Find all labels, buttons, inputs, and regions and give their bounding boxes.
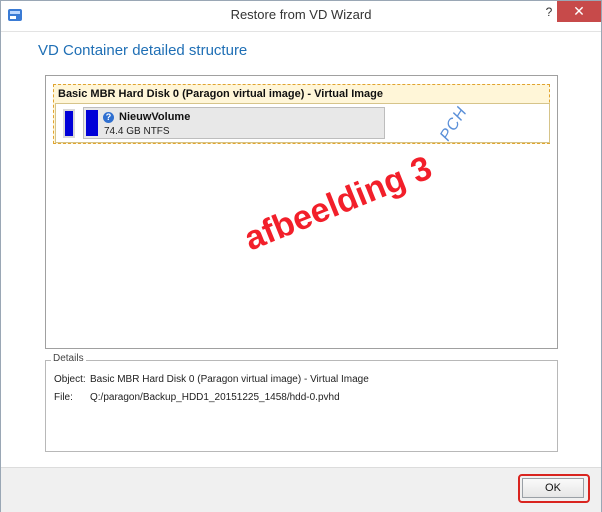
object-label: Object: — [54, 374, 86, 385]
details-group: Details Object: Basic MBR Hard Disk 0 (P… — [45, 353, 558, 452]
help-button[interactable]: ? — [542, 5, 556, 23]
page-heading: VD Container detailed structure — [38, 42, 248, 59]
volume-size: 74.4 GB NTFS — [104, 126, 170, 137]
disk-mini-bar — [63, 109, 75, 138]
title-bar[interactable]: Restore from VD Wizard ? ✕ — [1, 1, 601, 32]
object-value: Basic MBR Hard Disk 0 (Paragon virtual i… — [90, 374, 369, 385]
volume-block[interactable]: ? NieuwVolume 74.4 GB NTFS — [83, 107, 385, 139]
disk-layout-bar: ? NieuwVolume 74.4 GB NTFS — [55, 103, 550, 143]
question-icon: ? — [103, 112, 114, 123]
wizard-window: Restore from VD Wizard ? ✕ VD Container … — [0, 0, 602, 512]
ok-button[interactable]: OK — [522, 478, 584, 498]
file-label: File: — [54, 392, 73, 403]
disk-title: Basic MBR Hard Disk 0 (Paragon virtual i… — [58, 88, 384, 100]
window-title: Restore from VD Wizard — [230, 7, 372, 22]
disk-row[interactable]: Basic MBR Hard Disk 0 (Paragon virtual i… — [53, 84, 550, 144]
close-button[interactable]: ✕ — [557, 1, 601, 22]
file-value: Q:/paragon/Backup_HDD1_20151225_1458/hdd… — [90, 392, 340, 403]
button-footer — [1, 467, 601, 512]
details-legend: Details — [51, 353, 86, 364]
volume-name: NieuwVolume — [119, 111, 191, 123]
volume-color-strip — [86, 110, 98, 136]
